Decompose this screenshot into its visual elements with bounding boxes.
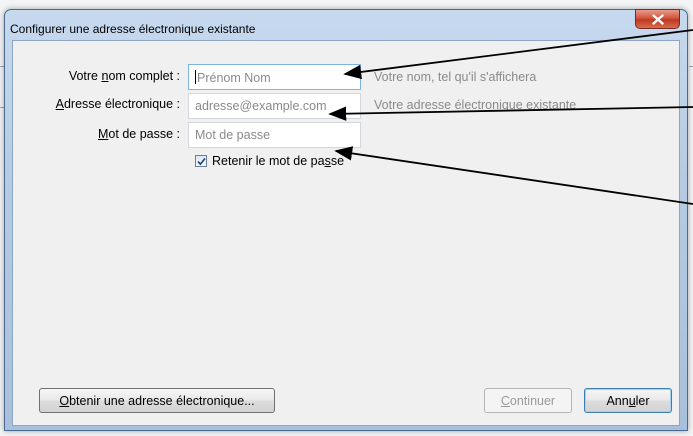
screenshot-stage: Configurer une adresse électronique exis… — [0, 0, 693, 436]
cancel-button[interactable]: Ann u ler — [584, 388, 672, 413]
remember-password-label: Retenir le mot de passe — [212, 154, 345, 168]
close-button[interactable] — [635, 9, 680, 29]
background-divider — [689, 107, 693, 108]
window-title: Configurer une adresse électronique exis… — [10, 22, 256, 36]
email-address-label: Adresse électronique : — [55, 97, 180, 111]
text-caret — [195, 70, 196, 84]
account-setup-dialog: Configurer une adresse électronique exis… — [4, 9, 688, 431]
dialog-content: Votre nom complet : Prénom Nom Votre nom… — [12, 40, 680, 426]
get-new-address-button[interactable]: Obtenir une adresse électronique... — [39, 388, 275, 413]
checkmark-icon — [196, 157, 206, 165]
password-input[interactable]: Mot de passe — [188, 122, 361, 148]
password-placeholder: Mot de passe — [195, 128, 271, 142]
background-divider — [689, 66, 693, 67]
title-bar[interactable]: Configurer une adresse électronique exis… — [5, 9, 687, 40]
email-placeholder: adresse@example.com — [195, 99, 327, 113]
full-name-hint: Votre nom, tel qu'il s'affichera — [374, 70, 537, 84]
full-name-label: Votre nom complet : — [68, 69, 180, 83]
close-icon — [651, 13, 664, 25]
full-name-input[interactable]: Prénom Nom — [188, 64, 361, 90]
full-name-placeholder: Prénom Nom — [197, 71, 271, 85]
password-label: Mot de passe : — [98, 127, 180, 141]
continue-button[interactable]: Continuer — [484, 388, 572, 413]
remember-password-option[interactable]: Retenir le mot de passe — [195, 154, 344, 168]
email-input[interactable]: adresse@example.com — [188, 93, 361, 119]
email-hint: Votre adresse électronique existante — [374, 98, 577, 112]
remember-password-checkbox[interactable] — [195, 155, 207, 167]
